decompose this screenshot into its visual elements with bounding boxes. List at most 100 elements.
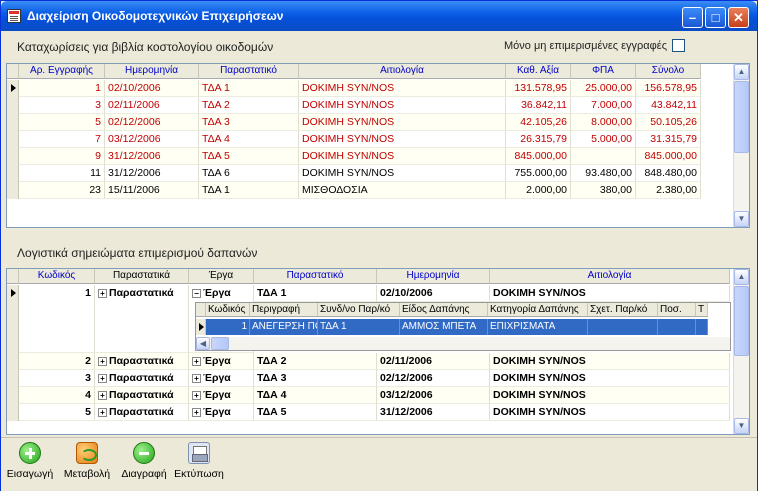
title-bar[interactable]: Διαχείριση Οικοδομοτεχνικών Επιχειρήσεων… bbox=[1, 1, 757, 31]
table-row[interactable]: 23 15/11/2006 ΤΔΑ 1 ΜΙΣΘΟΔΟΣΙΑ 2.000,00 380,0… bbox=[7, 182, 701, 199]
subgrid-cell-type[interactable]: ΑΜΜΟΣ ΜΠΕΤΑ bbox=[400, 319, 488, 335]
cell-no[interactable]: 11 bbox=[19, 165, 105, 182]
column-header[interactable]: Αρ. Εγγραφής bbox=[19, 64, 105, 79]
scroll-up-button[interactable]: ▲ bbox=[734, 64, 749, 80]
expand-icon[interactable]: + bbox=[192, 390, 201, 400]
cell-reason[interactable]: DOKIMH SYN/NOS bbox=[490, 353, 730, 370]
row-indicator[interactable] bbox=[7, 353, 19, 370]
cell-documents[interactable]: + Παραστατικά bbox=[95, 370, 189, 387]
column-header[interactable]: Αιτιολογία bbox=[299, 64, 506, 79]
cell-date[interactable]: 02/10/2006 bbox=[105, 80, 199, 97]
cell-doc[interactable]: ΤΔΑ 4 bbox=[199, 131, 299, 148]
cell-code[interactable]: 2 bbox=[19, 353, 95, 370]
scroll-thumb[interactable] bbox=[734, 81, 749, 153]
row-indicator[interactable] bbox=[7, 114, 19, 131]
cell-date[interactable]: 31/12/2006 bbox=[377, 404, 490, 421]
row-indicator[interactable] bbox=[196, 319, 206, 335]
table-row[interactable]: 5 + Παραστατικά + Έργα ΤΔΑ 5 31/12/2006 DOKIMH … bbox=[7, 404, 730, 421]
cell-works[interactable]: + Έργα bbox=[189, 353, 254, 370]
expand-icon[interactable]: + bbox=[192, 407, 201, 417]
cell-code[interactable]: 3 bbox=[19, 370, 95, 387]
expand-icon[interactable]: + bbox=[98, 288, 107, 298]
row-indicator[interactable] bbox=[7, 182, 19, 199]
subgrid-cell-code[interactable]: 1 bbox=[206, 319, 250, 335]
cell-code[interactable]: 5 bbox=[19, 404, 95, 421]
table-row[interactable]: 1 02/10/2006 ΤΔΑ 1 DOKIMH SYN/NOS 131.578,95… bbox=[7, 80, 701, 97]
modify-button[interactable]: Μεταβολή bbox=[61, 442, 113, 480]
cell-documents[interactable]: + Παραστατικά bbox=[95, 285, 189, 353]
cell-total[interactable]: 31.315,79 bbox=[636, 131, 701, 148]
cell-reason[interactable]: DOKIMH SYN/NOS bbox=[490, 404, 730, 421]
cell-doc[interactable]: ΤΔΑ 3 bbox=[254, 370, 377, 387]
scroll-down-button[interactable]: ▼ bbox=[734, 211, 749, 227]
cell-no[interactable]: 7 bbox=[19, 131, 105, 148]
column-header[interactable]: Έργα bbox=[189, 269, 254, 284]
column-header[interactable]: Καθ. Αξία bbox=[506, 64, 571, 79]
subgrid-cell-qty[interactable] bbox=[658, 319, 696, 335]
cell-net[interactable]: 36.842,11 bbox=[506, 97, 571, 114]
cell-vat[interactable]: 93.480,00 bbox=[571, 165, 636, 182]
subgrid-column-header[interactable]: Κωδικός bbox=[206, 303, 250, 317]
cell-doc[interactable]: ΤΔΑ 2 bbox=[199, 97, 299, 114]
subgrid-column-header[interactable]: Περιγραφή bbox=[250, 303, 318, 317]
expand-icon[interactable]: + bbox=[98, 373, 107, 383]
cell-doc[interactable]: ΤΔΑ 1 bbox=[199, 182, 299, 199]
cell-vat[interactable]: 5.000,00 bbox=[571, 131, 636, 148]
column-header[interactable]: Παραστατικό bbox=[199, 64, 299, 79]
column-header[interactable]: Σύνολο bbox=[636, 64, 701, 79]
cell-code[interactable]: 1 bbox=[19, 285, 95, 353]
cell-date[interactable]: 15/11/2006 bbox=[105, 182, 199, 199]
expand-icon[interactable]: + bbox=[98, 356, 107, 366]
row-indicator[interactable] bbox=[7, 285, 19, 353]
row-indicator[interactable] bbox=[7, 80, 19, 97]
cell-vat[interactable]: 7.000,00 bbox=[571, 97, 636, 114]
print-button[interactable]: Εκτύπωση bbox=[172, 442, 226, 480]
scroll-left-button[interactable]: ◀ bbox=[196, 337, 210, 350]
subgrid-column-header[interactable]: Σχετ. Παρ/κό bbox=[588, 303, 658, 317]
cell-date[interactable]: 03/12/2006 bbox=[105, 131, 199, 148]
cell-total[interactable]: 845.000,00 bbox=[636, 148, 701, 165]
subgrid-column-header[interactable]: Τ bbox=[696, 303, 708, 317]
cell-reason[interactable]: DOKIMH SYN/NOS bbox=[299, 80, 506, 97]
notes-vertical-scrollbar[interactable]: ▲ ▼ bbox=[733, 269, 749, 434]
cell-vat[interactable]: 380,00 bbox=[571, 182, 636, 199]
column-header[interactable]: Παραστατικό bbox=[254, 269, 377, 284]
scroll-thumb[interactable] bbox=[211, 337, 229, 350]
cell-no[interactable]: 1 bbox=[19, 80, 105, 97]
entries-grid[interactable]: Αρ. Εγγραφής Ημερομηνία Παραστατικό Αιτιολο… bbox=[6, 63, 750, 228]
table-row[interactable]: 4 + Παραστατικά + Έργα ΤΔΑ 4 03/12/2006 DOKIMH … bbox=[7, 387, 730, 404]
scroll-thumb[interactable] bbox=[734, 286, 749, 356]
subgrid-column-header[interactable]: Είδος Δαπάνης bbox=[400, 303, 488, 317]
column-header[interactable]: Ημερομηνία bbox=[105, 64, 199, 79]
row-indicator[interactable] bbox=[7, 131, 19, 148]
delete-button[interactable]: Διαγραφή bbox=[118, 442, 170, 480]
column-header[interactable]: Ημερομηνία bbox=[377, 269, 490, 284]
close-button[interactable]: ✕ bbox=[728, 7, 749, 28]
cell-total[interactable]: 848.480,00 bbox=[636, 165, 701, 182]
cell-reason[interactable]: DOKIMH SYN/NOS bbox=[299, 148, 506, 165]
cell-date[interactable]: 31/12/2006 bbox=[105, 165, 199, 182]
column-header[interactable]: Κωδικός bbox=[19, 269, 95, 284]
cell-vat[interactable]: 8.000,00 bbox=[571, 114, 636, 131]
row-indicator[interactable] bbox=[7, 148, 19, 165]
cell-total[interactable]: 2.380,00 bbox=[636, 182, 701, 199]
cell-no[interactable]: 9 bbox=[19, 148, 105, 165]
scroll-down-button[interactable]: ▼ bbox=[734, 418, 749, 434]
table-row[interactable]: 5 02/12/2006 ΤΔΑ 3 DOKIMH SYN/NOS 42.105,26 8… bbox=[7, 114, 701, 131]
subgrid-column-header[interactable]: Συνδ/νο Παρ/κό bbox=[318, 303, 400, 317]
insert-button[interactable]: Εισαγωγή bbox=[5, 442, 55, 480]
cell-vat[interactable]: 25.000,00 bbox=[571, 80, 636, 97]
cell-documents[interactable]: + Παραστατικά bbox=[95, 353, 189, 370]
unallocated-only-checkbox[interactable] bbox=[672, 39, 685, 52]
cell-doc[interactable]: ΤΔΑ 2 bbox=[254, 353, 377, 370]
subgrid-cell-linked[interactable]: ΤΔΑ 1 bbox=[318, 319, 400, 335]
cell-reason[interactable]: DOKIMH SYN/NOS bbox=[299, 97, 506, 114]
table-row[interactable]: 3 + Παραστατικά + Έργα ΤΔΑ 3 02/12/2006 DOKIMH … bbox=[7, 370, 730, 387]
cell-doc[interactable]: ΤΔΑ 5 bbox=[254, 404, 377, 421]
cell-reason[interactable]: DOKIMH SYN/NOS bbox=[299, 114, 506, 131]
cell-code[interactable]: 4 bbox=[19, 387, 95, 404]
table-row[interactable]: 11 31/12/2006 ΤΔΑ 6 DOKIMH SYN/NOS 755.000,0… bbox=[7, 165, 701, 182]
column-header[interactable]: Αιτιολογία bbox=[490, 269, 730, 284]
cell-doc[interactable]: ΤΔΑ 3 bbox=[199, 114, 299, 131]
cell-reason[interactable]: DOKIMH SYN/NOS bbox=[490, 370, 730, 387]
